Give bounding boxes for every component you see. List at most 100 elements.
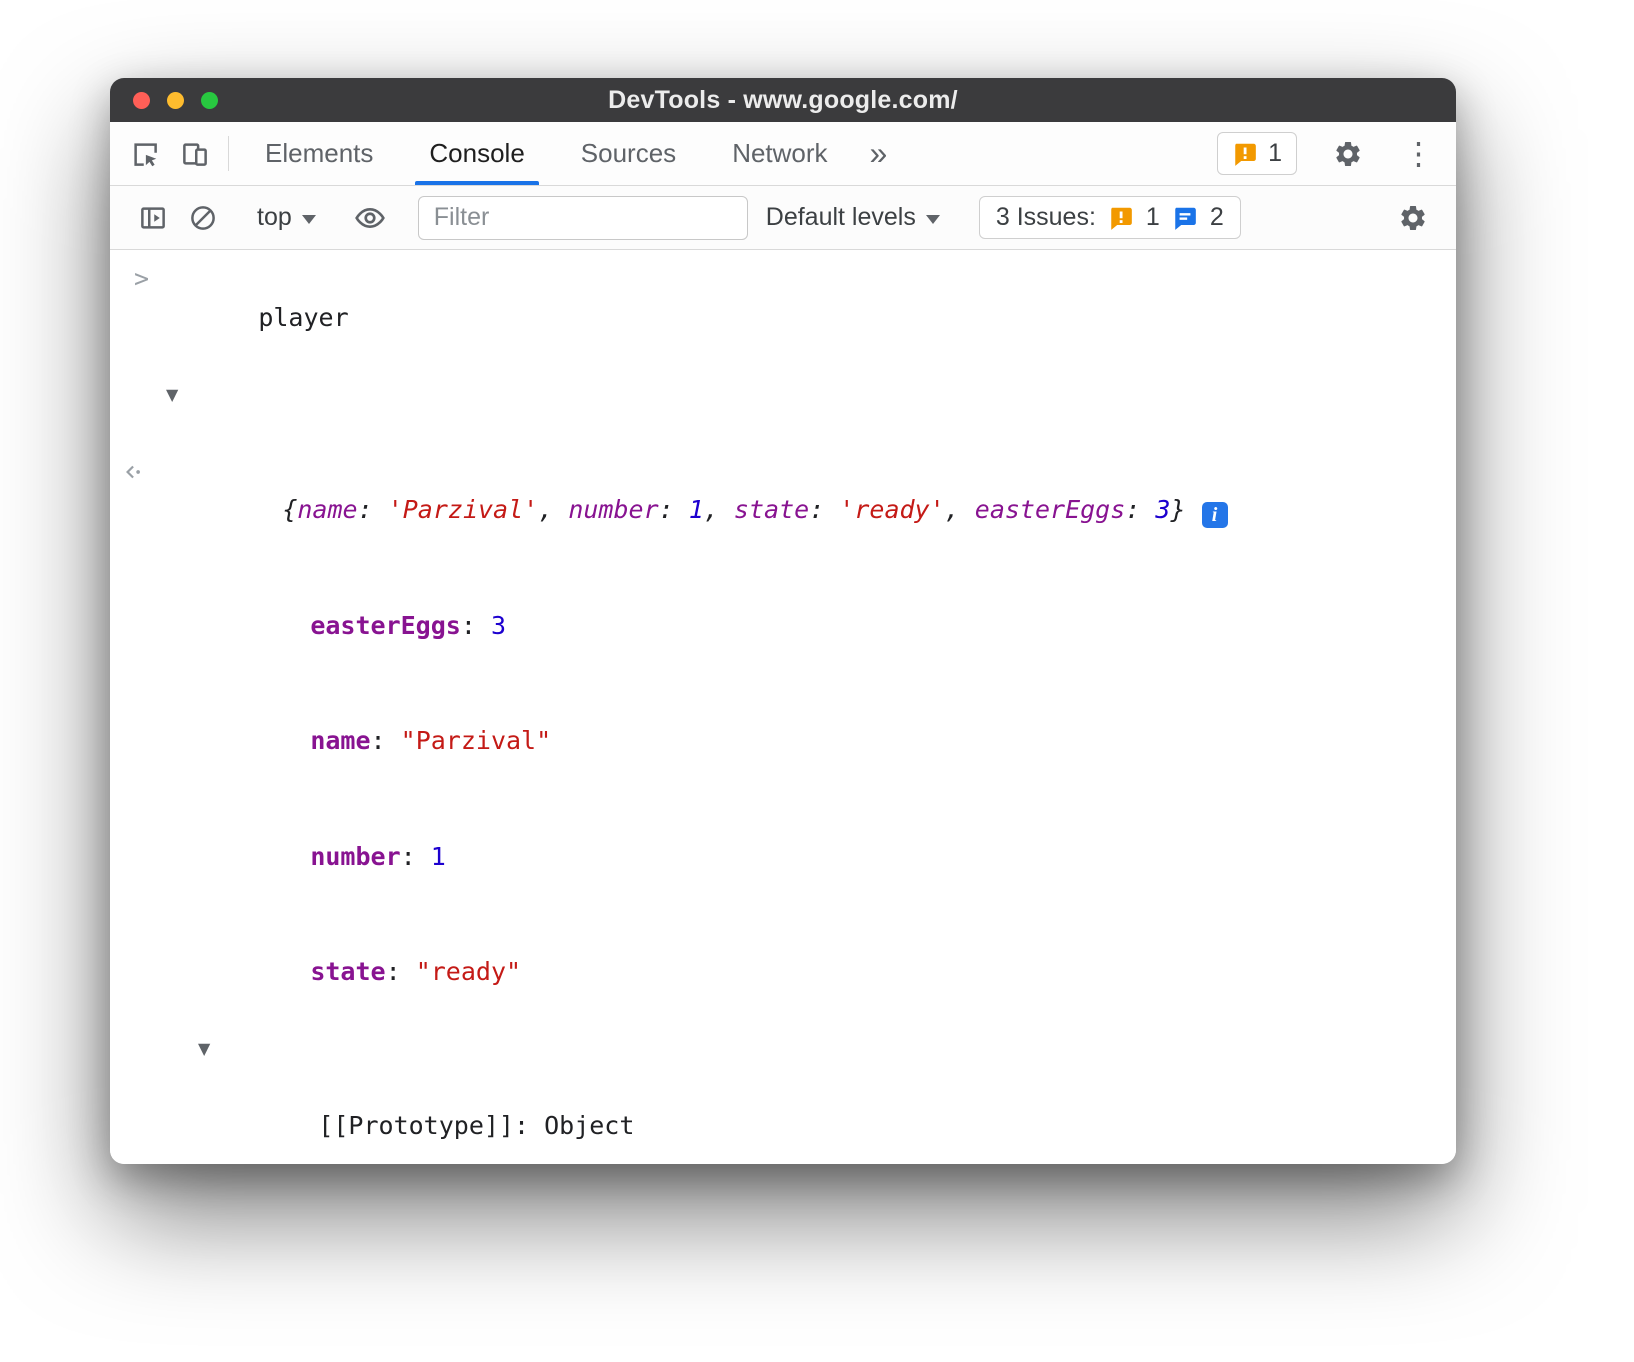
- issues-message-count: 2: [1210, 203, 1224, 232]
- preview-token: 'ready': [839, 495, 944, 524]
- tab-label: Network: [732, 138, 827, 169]
- issues-button[interactable]: 3 Issues: 1 2: [979, 196, 1241, 239]
- object-property-row[interactable]: number: 1: [110, 799, 1456, 915]
- eye-icon: [354, 202, 386, 234]
- menu-button[interactable]: ⋮: [1399, 138, 1438, 169]
- live-expression-button[interactable]: [345, 202, 395, 234]
- context-label: top: [257, 203, 292, 232]
- tab-sources[interactable]: Sources: [553, 122, 704, 185]
- clear-console-button[interactable]: [178, 203, 228, 233]
- inspect-element-button[interactable]: [120, 122, 170, 185]
- colon: :: [386, 957, 416, 986]
- object-property-row[interactable]: state: "ready": [110, 915, 1456, 1031]
- tab-elements[interactable]: Elements: [237, 122, 401, 185]
- property-value: "Parzival": [401, 726, 552, 755]
- property-key: [[Prototype]]: [318, 1111, 514, 1140]
- command-text: player: [258, 303, 348, 332]
- preview-token: state: [734, 495, 809, 524]
- colon: :: [371, 726, 401, 755]
- prototype-row[interactable]: ▼ [[Prototype]]: Object: [110, 1030, 1456, 1164]
- console-toolbar: top Default levels 3 Issues:: [110, 186, 1456, 250]
- warning-icon: [1108, 205, 1134, 231]
- result-return-icon: [123, 384, 145, 406]
- devtools-tab-bar: Elements Console Sources Network » 1: [110, 122, 1456, 186]
- inspect-icon: [130, 139, 160, 169]
- property-value: "ready": [416, 957, 521, 986]
- object-preview: {name: 'Parzival', number: 1, state: 're…: [282, 495, 1185, 524]
- log-levels-label: Default levels: [766, 203, 916, 232]
- devtools-window: DevTools - www.google.com/ Elements Cons…: [110, 78, 1456, 1164]
- property-key: state: [310, 957, 385, 986]
- property-key: number: [310, 842, 400, 871]
- error-count: 1: [1268, 139, 1282, 168]
- object-property-row[interactable]: easterEggs: 3: [110, 568, 1456, 684]
- console-result-row[interactable]: ▼ {name: 'Parzival', number: 1, state: '…: [110, 376, 1456, 569]
- more-tabs-button[interactable]: »: [856, 122, 902, 185]
- context-selector[interactable]: top: [245, 203, 328, 232]
- preview-token: 3: [1155, 495, 1170, 524]
- property-value: 3: [491, 611, 506, 640]
- traffic-lights: [133, 78, 218, 122]
- command-chevron-icon: >: [134, 260, 149, 299]
- device-toolbar-icon: [180, 139, 210, 169]
- error-badge[interactable]: 1: [1217, 132, 1297, 175]
- tab-network[interactable]: Network: [704, 122, 855, 185]
- chevron-down-icon: [302, 215, 316, 224]
- block-icon: [188, 203, 218, 233]
- toolbar-right-controls: [1388, 203, 1438, 233]
- preview-token: :: [1125, 495, 1155, 524]
- console-sidebar-button[interactable]: [128, 203, 178, 233]
- sidebar-panel-icon: [138, 203, 168, 233]
- collapse-caret-icon[interactable]: ▼: [166, 376, 178, 415]
- colon: :: [514, 1111, 544, 1140]
- kebab-icon: ⋮: [1403, 136, 1434, 171]
- preview-token: }: [1170, 495, 1185, 524]
- minimize-button[interactable]: [167, 92, 184, 109]
- tab-label: Elements: [265, 138, 373, 169]
- preview-token: {: [282, 495, 297, 524]
- preview-token: number: [568, 495, 658, 524]
- preview-token: ,: [945, 495, 975, 524]
- console-command-row: > player: [110, 260, 1456, 376]
- message-icon: [1172, 205, 1198, 231]
- property-value: 1: [431, 842, 446, 871]
- panel-tabs: Elements Console Sources Network: [237, 122, 856, 185]
- preview-token: :: [809, 495, 839, 524]
- more-tabs-icon: »: [870, 135, 888, 172]
- preview-token: :: [358, 495, 388, 524]
- log-levels-dropdown[interactable]: Default levels: [754, 203, 952, 232]
- issues-warning-count: 1: [1146, 203, 1160, 232]
- issues-label: 3 Issues:: [996, 203, 1096, 232]
- preview-token: :: [659, 495, 689, 524]
- property-key: easterEggs: [310, 611, 461, 640]
- console-messages[interactable]: > player ▼ {name: 'Parzival', number: 1, …: [110, 250, 1456, 1164]
- gear-icon: [1333, 139, 1363, 169]
- tab-label: Sources: [581, 138, 676, 169]
- property-key: name: [310, 726, 370, 755]
- collapse-caret-icon[interactable]: ▼: [198, 1030, 210, 1069]
- device-toolbar-button[interactable]: [170, 122, 220, 185]
- preview-token: easterEggs: [975, 495, 1126, 524]
- gear-icon: [1398, 203, 1428, 233]
- chevron-down-icon: [926, 215, 940, 224]
- tab-bar-right-controls: 1 ⋮: [1217, 122, 1438, 185]
- zoom-button[interactable]: [201, 92, 218, 109]
- close-button[interactable]: [133, 92, 150, 109]
- titlebar: DevTools - www.google.com/: [110, 78, 1456, 122]
- preview-token: ,: [704, 495, 734, 524]
- preview-token: name: [297, 495, 357, 524]
- tab-console[interactable]: Console: [401, 122, 552, 185]
- colon: :: [461, 611, 491, 640]
- preview-token: 'Parzival': [388, 495, 539, 524]
- preview-token: ,: [538, 495, 568, 524]
- console-settings-button[interactable]: [1388, 203, 1438, 233]
- colon: :: [401, 842, 431, 871]
- window-title: DevTools - www.google.com/: [110, 86, 1456, 115]
- filter-input[interactable]: [418, 196, 748, 240]
- info-icon[interactable]: i: [1202, 502, 1228, 528]
- preview-token: 1: [689, 495, 704, 524]
- object-property-row[interactable]: name: "Parzival": [110, 684, 1456, 800]
- separator: [228, 136, 229, 171]
- tab-label: Console: [429, 138, 524, 169]
- settings-button[interactable]: [1323, 139, 1373, 169]
